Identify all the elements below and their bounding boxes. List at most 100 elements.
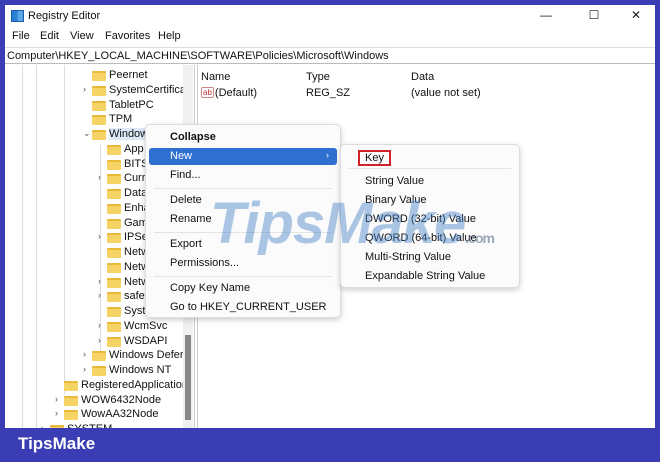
tree-node-label: WOW6432Node [81, 393, 162, 406]
tree-node-label: App [124, 142, 144, 155]
string-value-icon: ab [201, 87, 214, 98]
menu-item-delete[interactable]: Delete [149, 192, 337, 209]
expand-chevron-icon[interactable]: › [98, 320, 101, 330]
expand-chevron-icon[interactable]: › [98, 290, 101, 300]
folder-icon [107, 218, 121, 229]
separator [154, 276, 332, 277]
column-header-name[interactable]: Name [201, 71, 230, 83]
menu-view[interactable]: View [70, 30, 94, 42]
menu-item-export[interactable]: Export [149, 236, 337, 253]
menu-item-copy-key-name[interactable]: Copy Key Name [149, 280, 337, 297]
folder-icon [92, 115, 106, 126]
folder-icon [64, 380, 78, 391]
new-submenu: Key String Value Binary Value DWORD (32-… [340, 144, 520, 288]
minimize-button[interactable]: — [531, 8, 561, 24]
menu-help[interactable]: Help [158, 30, 181, 42]
tree-node-label: Syst [124, 305, 146, 317]
expand-chevron-icon[interactable]: › [98, 276, 101, 286]
folder-icon [107, 262, 121, 273]
folder-icon [107, 189, 121, 199]
folder-icon [107, 203, 121, 214]
submenu-item-multi-string-value[interactable]: Multi-String Value [344, 249, 516, 266]
tree-node-label: TPM [109, 113, 133, 126]
folder-icon [64, 410, 78, 421]
tree-guide [64, 65, 65, 395]
submenu-item-qword-value[interactable]: QWORD (64-bit) Value [344, 230, 516, 247]
close-button[interactable]: ✕ [621, 8, 651, 24]
tree-node-label: TabletPC [109, 98, 154, 111]
tree-node-label: safe [124, 290, 145, 303]
tree-node-label: WowAA32Node [81, 408, 159, 421]
folder-icon [107, 321, 121, 332]
window-title: Registry Editor [28, 10, 101, 22]
folder-icon [107, 174, 121, 185]
menu-item-permissions[interactable]: Permissions... [149, 255, 337, 272]
folder-icon [107, 307, 121, 317]
expand-chevron-icon[interactable]: › [83, 349, 86, 359]
column-header-data[interactable]: Data [411, 71, 434, 83]
menu-item-new[interactable]: New › [149, 148, 337, 165]
menu-item-find[interactable]: Find... [149, 167, 337, 184]
value-data: (value not set) [411, 87, 481, 99]
folder-icon [107, 292, 121, 303]
tree-node-label: SystemCertifica [109, 83, 187, 96]
expand-chevron-icon[interactable]: › [83, 84, 86, 94]
tree-node-label: RegisteredApplication [81, 378, 189, 391]
expand-chevron-icon[interactable]: ⌄ [83, 128, 91, 139]
column-header-type[interactable]: Type [306, 71, 330, 83]
menu-file[interactable]: File [12, 30, 30, 42]
submenu-item-dword-value[interactable]: DWORD (32-bit) Value [344, 211, 516, 228]
menu-favorites[interactable]: Favorites [105, 30, 150, 42]
menu-bar: File Edit View Favorites Help [5, 29, 655, 45]
separator [154, 188, 332, 189]
menu-item-goto-hkcu[interactable]: Go to HKEY_CURRENT_USER [149, 299, 337, 316]
tree-node-label: Windows NT [109, 364, 172, 376]
menu-edit[interactable]: Edit [40, 30, 59, 42]
expand-chevron-icon[interactable]: › [98, 172, 101, 182]
submenu-arrow-icon: › [326, 150, 329, 160]
key-highlight-box: Key [358, 150, 391, 166]
folder-icon [107, 159, 121, 170]
tree-guide [22, 65, 23, 428]
separator [349, 168, 511, 169]
folder-icon [92, 100, 106, 111]
tree-node-label: SYSTEM [67, 423, 112, 428]
folder-icon [92, 366, 106, 376]
submenu-item-expandable-string-value[interactable]: Expandable String Value [344, 268, 516, 285]
folder-icon [107, 248, 121, 258]
folder-icon [92, 85, 106, 96]
expand-chevron-icon[interactable]: › [98, 335, 101, 345]
expand-chevron-icon[interactable]: › [55, 394, 58, 404]
tree-node-label: WcmSvc [124, 319, 168, 332]
folder-icon [92, 351, 106, 362]
folder-icon [107, 144, 121, 155]
tree-guide [36, 65, 37, 428]
expand-chevron-icon[interactable]: › [55, 408, 58, 418]
folder-icon [107, 336, 121, 347]
tree-node-label: WSDAPI [124, 334, 168, 347]
maximize-button[interactable]: ☐ [579, 8, 609, 24]
folder-icon [50, 425, 64, 428]
registry-app-icon [11, 10, 24, 22]
folder-icon [107, 277, 121, 288]
menu-item-collapse[interactable]: Collapse [149, 129, 337, 146]
expand-chevron-icon[interactable]: › [83, 364, 86, 374]
expand-chevron-icon[interactable]: › [41, 423, 44, 428]
folder-icon [107, 233, 121, 244]
title-bar: Registry Editor — ☐ ✕ [5, 5, 655, 27]
menu-item-rename[interactable]: Rename [149, 211, 337, 228]
submenu-item-binary-value[interactable]: Binary Value [344, 192, 516, 209]
tree-node-label: Data [124, 187, 148, 199]
submenu-item-string-value[interactable]: String Value [344, 173, 516, 190]
address-bar[interactable]: Computer\HKEY_LOCAL_MACHINE\SOFTWARE\Pol… [5, 47, 655, 64]
value-type: REG_SZ [306, 87, 351, 99]
tree-node-label: Peernet [109, 69, 148, 81]
tree-node-label: Windows Defer [109, 349, 184, 362]
expand-chevron-icon[interactable]: › [98, 231, 101, 241]
value-name[interactable]: ab (Default) [201, 87, 257, 99]
separator [154, 232, 332, 233]
submenu-item-key[interactable]: Key [344, 148, 516, 166]
tree-scrollbar-thumb[interactable] [185, 335, 191, 420]
tree-node-label: Curr [124, 172, 146, 185]
folder-icon [92, 71, 106, 81]
